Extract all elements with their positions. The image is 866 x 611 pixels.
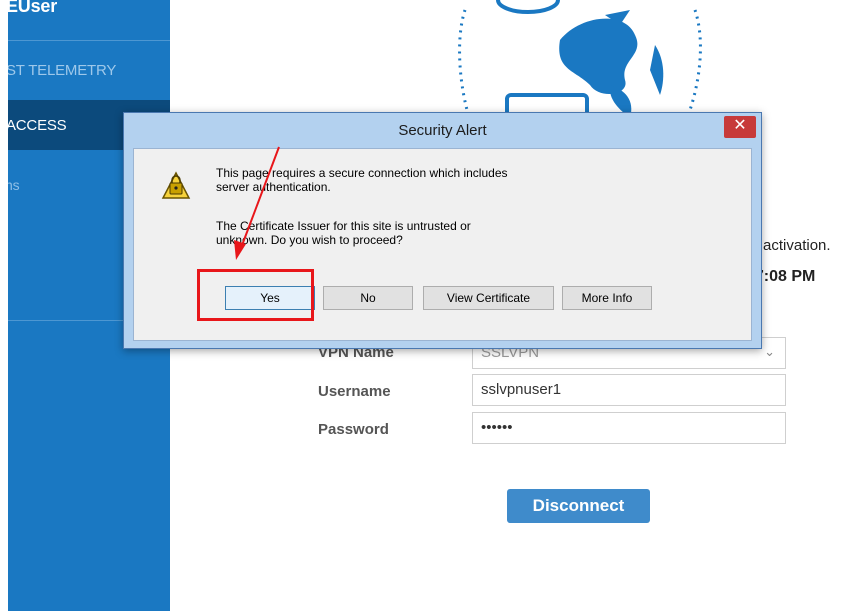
username-field[interactable]: sslvpnuser1 (472, 374, 786, 406)
dialog-title: Security Alert (398, 122, 487, 139)
message-line: The Certificate Issuer for this site is … (216, 219, 471, 233)
dialog-message-connection: This page requires a secure connection w… (216, 166, 508, 194)
more-info-button[interactable]: More Info (562, 286, 652, 310)
username-label: Username (318, 383, 391, 400)
sidebar-item-label: ACCESS (8, 117, 67, 134)
message-line: unknown. Do you wish to proceed? (216, 233, 403, 247)
password-value: •••••• (481, 419, 513, 436)
username-value: sslvpnuser1 (481, 381, 562, 398)
no-button[interactable]: No (323, 286, 413, 310)
security-lock-icon (161, 171, 191, 199)
close-button[interactable]: ✕ (724, 116, 756, 138)
sidebar-item-label: ns (8, 177, 20, 193)
message-line: server authentication. (216, 180, 331, 194)
sidebar-item-telemetry[interactable]: ST TELEMETRY (8, 40, 170, 100)
chevron-down-icon: ⌄ (764, 344, 775, 359)
sidebar-item-user[interactable]: EUser (8, 0, 170, 40)
disconnect-button[interactable]: Disconnect (507, 489, 650, 523)
message-line: This page requires a secure connection w… (216, 166, 508, 180)
dialog-message-issuer: The Certificate Issuer for this site is … (216, 219, 471, 247)
view-certificate-button[interactable]: View Certificate (423, 286, 554, 310)
sidebar-item-label: ST TELEMETRY (8, 62, 117, 79)
globe-icon (458, 0, 702, 120)
password-field[interactable]: •••••• (472, 412, 786, 444)
password-label: Password (318, 421, 389, 438)
sidebar-item-label: EUser (8, 0, 58, 16)
highlight-box (197, 269, 314, 321)
